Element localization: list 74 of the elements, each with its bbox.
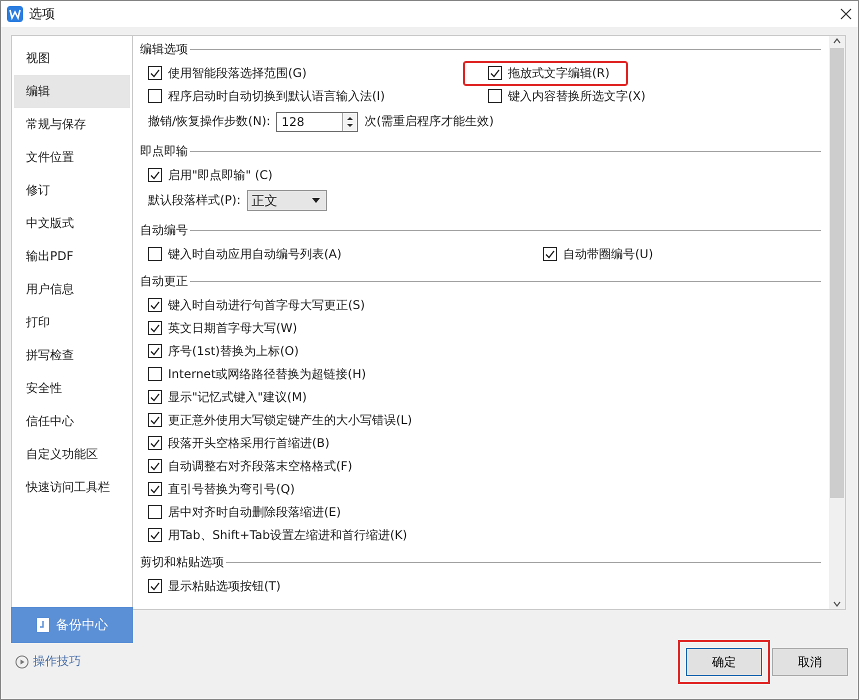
checkbox[interactable] bbox=[148, 413, 162, 428]
sidebar-item[interactable]: 用户信息 bbox=[14, 272, 130, 306]
checkbox-label: 显示粘贴选项按钮(T) bbox=[168, 578, 281, 595]
checkbox-label: 拖放式文字编辑(R) bbox=[508, 64, 610, 82]
dialog-button[interactable]: 确定 bbox=[686, 648, 762, 676]
sidebar-item[interactable]: 修订 bbox=[14, 174, 130, 207]
play-icon bbox=[15, 654, 29, 669]
checkbox[interactable] bbox=[148, 247, 162, 262]
dialog-button[interactable]: 取消 bbox=[772, 648, 848, 676]
app-logo-icon bbox=[7, 6, 23, 22]
checkbox[interactable] bbox=[148, 344, 162, 358]
scrollbar[interactable] bbox=[829, 36, 845, 610]
field-label: 默认段落样式(P): bbox=[148, 192, 241, 210]
checkbox[interactable] bbox=[148, 168, 162, 182]
checkbox-label: 键入时自动应用自动编号列表(A) bbox=[168, 246, 342, 263]
checkbox-label: 居中对齐时自动删除段落缩进(E) bbox=[168, 504, 341, 521]
checkbox[interactable] bbox=[148, 505, 162, 520]
sidebar-item[interactable]: 常规与保存 bbox=[14, 108, 130, 141]
checkbox-label: 段落开头空格采用行首缩进(B) bbox=[168, 434, 330, 452]
sidebar-item[interactable]: 编辑 bbox=[14, 74, 130, 108]
sidebar-item[interactable]: 拼写检查 bbox=[14, 338, 130, 372]
checkbox[interactable] bbox=[148, 66, 162, 80]
checkbox-label: 直引号替换为弯引号(Q) bbox=[168, 480, 295, 498]
sidebar-item[interactable]: 自定义功能区 bbox=[14, 438, 130, 471]
checkbox[interactable] bbox=[148, 367, 162, 382]
checkbox[interactable] bbox=[543, 247, 557, 262]
checkbox[interactable] bbox=[148, 579, 162, 594]
section-title: 编辑选项 bbox=[140, 41, 188, 58]
number-spinner[interactable]: 128 bbox=[276, 112, 358, 132]
sidebar-item[interactable]: 快速访问工具栏 bbox=[14, 470, 130, 504]
document-icon bbox=[36, 617, 50, 634]
section-title: 自动编号 bbox=[140, 222, 188, 240]
checkbox[interactable] bbox=[148, 436, 162, 450]
checkbox[interactable] bbox=[148, 89, 162, 104]
checkbox-label: 程序启动时自动切换到默认语言输入法(I) bbox=[168, 88, 385, 105]
field-note: 次(需重启程序才能生效) bbox=[364, 113, 494, 130]
checkbox[interactable] bbox=[148, 459, 162, 474]
checkbox-label: Internet或网络路径替换为超链接(H) bbox=[168, 366, 366, 383]
checkbox-label: 使用智能段落选择范围(G) bbox=[168, 64, 307, 82]
sidebar-item[interactable]: 文件位置 bbox=[14, 140, 130, 174]
section-title: 剪切和粘贴选项 bbox=[140, 554, 224, 572]
sidebar-item[interactable]: 信任中心 bbox=[14, 404, 130, 438]
checkbox-label: 自动带圈编号(U) bbox=[563, 246, 654, 263]
checkbox-label: 键入内容替换所选文字(X) bbox=[508, 88, 646, 105]
checkbox-label: 更正意外使用大写锁定键产生的大小写错误(L) bbox=[168, 412, 412, 429]
sidebar-item[interactable]: 打印 bbox=[14, 306, 130, 339]
checkbox[interactable] bbox=[488, 66, 502, 80]
checkbox-label: 显示"记忆式键入"建议(M) bbox=[168, 388, 307, 406]
window-title: 选项 bbox=[29, 6, 56, 23]
checkbox[interactable] bbox=[148, 298, 162, 312]
checkbox[interactable] bbox=[148, 528, 162, 542]
checkbox[interactable] bbox=[148, 390, 162, 404]
close-icon[interactable] bbox=[840, 8, 852, 20]
checkbox[interactable] bbox=[148, 482, 162, 496]
sidebar-item[interactable]: 中文版式 bbox=[14, 206, 130, 240]
caret-icon bbox=[312, 198, 320, 204]
checkbox-label: 用Tab、Shift+Tab设置左缩进和首行缩进(K) bbox=[168, 526, 408, 544]
sidebar-item[interactable]: 输出PDF bbox=[14, 240, 130, 273]
section-title: 即点即输 bbox=[140, 143, 188, 160]
tips-link[interactable]: 操作技巧 bbox=[33, 653, 81, 670]
checkbox[interactable] bbox=[148, 321, 162, 336]
checkbox-label: 英文日期首字母大写(W) bbox=[168, 320, 298, 337]
checkbox-label: 序号(1st)替换为上标(O) bbox=[168, 342, 299, 360]
sidebar-item[interactable]: 安全性 bbox=[14, 372, 130, 405]
style-dropdown[interactable]: 正文 bbox=[246, 190, 327, 212]
checkbox-label: 自动调整右对齐段落末空格格式(F) bbox=[168, 458, 352, 475]
section-title: 自动更正 bbox=[140, 273, 188, 290]
checkbox[interactable] bbox=[488, 89, 502, 104]
scroll-up-icon[interactable] bbox=[832, 36, 842, 46]
checkbox-label: 启用"即点即输" (C) bbox=[168, 166, 273, 184]
sidebar-item[interactable]: 视图 bbox=[14, 42, 130, 75]
scroll-down-icon[interactable] bbox=[832, 599, 842, 610]
field-label: 撤销/恢复操作步数(N): bbox=[148, 113, 270, 130]
checkbox-label: 键入时自动进行句首字母大写更正(S) bbox=[168, 296, 365, 314]
